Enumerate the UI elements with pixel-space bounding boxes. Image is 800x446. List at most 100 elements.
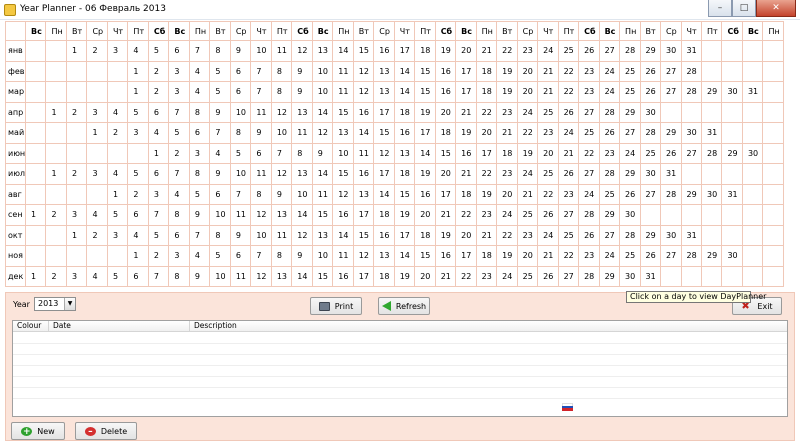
day-cell[interactable]: 2 <box>65 101 88 123</box>
day-cell[interactable]: 4 <box>188 60 211 82</box>
day-cell[interactable]: 31 <box>680 40 702 62</box>
day-cell[interactable]: 16 <box>434 81 457 103</box>
day-cell[interactable]: 15 <box>352 40 375 62</box>
maximize-button[interactable]: □ <box>732 0 756 17</box>
day-cell[interactable]: 10 <box>311 60 334 82</box>
day-cell[interactable]: 19 <box>393 265 416 287</box>
day-cell[interactable]: 16 <box>332 265 354 287</box>
day-cell[interactable]: 17 <box>373 163 395 185</box>
day-cell[interactable]: 20 <box>475 122 498 144</box>
day-cell[interactable]: 2 <box>86 224 108 246</box>
day-cell[interactable]: 24 <box>537 40 559 62</box>
day-cell[interactable]: 21 <box>516 183 539 205</box>
day-cell[interactable]: 8 <box>291 142 313 164</box>
day-cell[interactable]: 30 <box>639 163 662 185</box>
day-cell[interactable]: 14 <box>291 204 313 226</box>
day-cell[interactable]: 3 <box>65 265 88 287</box>
day-cell[interactable]: 1 <box>65 40 88 62</box>
day-cell[interactable]: 14 <box>352 122 375 144</box>
day-cell[interactable]: 25 <box>619 60 641 82</box>
day-cell[interactable]: 29 <box>700 81 723 103</box>
day-cell[interactable]: 4 <box>209 142 231 164</box>
day-cell[interactable]: 28 <box>619 40 641 62</box>
day-cell[interactable]: 30 <box>619 204 641 226</box>
day-cell[interactable]: 27 <box>598 40 621 62</box>
day-cell[interactable]: 8 <box>188 163 211 185</box>
day-cell[interactable]: 22 <box>496 40 518 62</box>
day-cell[interactable]: 7 <box>188 224 211 246</box>
day-cell[interactable]: 11 <box>352 142 375 164</box>
day-cell[interactable]: 12 <box>250 204 272 226</box>
day-cell[interactable]: 1 <box>24 265 47 287</box>
day-cell[interactable]: 2 <box>106 122 129 144</box>
day-cell[interactable]: 4 <box>86 265 108 287</box>
day-cell[interactable]: 23 <box>537 122 559 144</box>
day-cell[interactable]: 15 <box>414 245 436 267</box>
day-cell[interactable]: 26 <box>537 265 559 287</box>
day-cell[interactable]: 5 <box>188 183 211 205</box>
day-cell[interactable]: 2 <box>45 204 67 226</box>
day-cell[interactable]: 12 <box>291 224 313 246</box>
day-cell[interactable]: 29 <box>700 245 723 267</box>
day-cell[interactable]: 28 <box>619 224 641 246</box>
day-cell[interactable]: 17 <box>455 245 477 267</box>
day-cell[interactable]: 20 <box>496 183 518 205</box>
day-cell[interactable]: 3 <box>106 224 129 246</box>
day-cell[interactable]: 4 <box>147 122 170 144</box>
day-cell[interactable]: 29 <box>598 265 621 287</box>
day-cell[interactable]: 8 <box>270 60 293 82</box>
day-cell[interactable]: 30 <box>741 142 764 164</box>
day-cell[interactable]: 15 <box>311 265 334 287</box>
day-cell[interactable]: 18 <box>393 101 416 123</box>
day-cell[interactable]: 28 <box>598 163 621 185</box>
day-cell[interactable]: 21 <box>537 245 559 267</box>
day-cell[interactable]: 24 <box>619 142 641 164</box>
day-cell[interactable]: 27 <box>660 60 682 82</box>
day-cell[interactable]: 30 <box>619 265 641 287</box>
day-cell[interactable]: 1 <box>127 245 149 267</box>
day-cell[interactable]: 6 <box>168 224 190 246</box>
day-cell[interactable]: 11 <box>332 60 354 82</box>
day-cell[interactable]: 5 <box>209 245 231 267</box>
day-cell[interactable]: 15 <box>373 122 395 144</box>
day-cell[interactable]: 10 <box>209 204 231 226</box>
day-cell[interactable]: 6 <box>209 183 231 205</box>
day-cell[interactable]: 20 <box>455 224 477 246</box>
day-cell[interactable]: 11 <box>229 265 252 287</box>
day-cell[interactable]: 17 <box>393 40 416 62</box>
day-cell[interactable]: 27 <box>578 163 600 185</box>
day-cell[interactable]: 12 <box>352 245 375 267</box>
day-cell[interactable]: 1 <box>106 183 129 205</box>
day-cell[interactable]: 14 <box>393 245 416 267</box>
day-cell[interactable]: 17 <box>352 265 375 287</box>
day-cell[interactable]: 25 <box>537 101 559 123</box>
day-cell[interactable]: 30 <box>660 40 682 62</box>
day-cell[interactable]: 18 <box>455 183 477 205</box>
day-cell[interactable]: 17 <box>455 60 477 82</box>
day-cell[interactable]: 21 <box>537 81 559 103</box>
day-cell[interactable]: 9 <box>291 81 313 103</box>
day-cell[interactable]: 11 <box>250 163 272 185</box>
day-cell[interactable]: 15 <box>332 101 354 123</box>
day-cell[interactable]: 17 <box>352 204 375 226</box>
day-cell[interactable]: 10 <box>229 101 252 123</box>
day-cell[interactable]: 16 <box>332 204 354 226</box>
day-cell[interactable]: 10 <box>270 122 293 144</box>
day-cell[interactable]: 11 <box>270 40 293 62</box>
day-cell[interactable]: 19 <box>496 60 518 82</box>
day-cell[interactable]: 19 <box>455 122 477 144</box>
day-cell[interactable]: 19 <box>434 224 457 246</box>
day-cell[interactable]: 29 <box>619 163 641 185</box>
day-cell[interactable]: 27 <box>619 122 641 144</box>
day-cell[interactable]: 7 <box>250 81 272 103</box>
day-cell[interactable]: 23 <box>578 81 600 103</box>
day-cell[interactable]: 13 <box>291 101 313 123</box>
day-cell[interactable]: 12 <box>352 60 375 82</box>
day-cell[interactable]: 17 <box>475 142 498 164</box>
day-cell[interactable]: 7 <box>168 163 190 185</box>
day-cell[interactable]: 7 <box>188 40 211 62</box>
day-cell[interactable]: 11 <box>332 81 354 103</box>
day-cell[interactable]: 3 <box>168 245 190 267</box>
day-cell[interactable]: 6 <box>250 142 272 164</box>
day-cell[interactable]: 6 <box>127 265 149 287</box>
